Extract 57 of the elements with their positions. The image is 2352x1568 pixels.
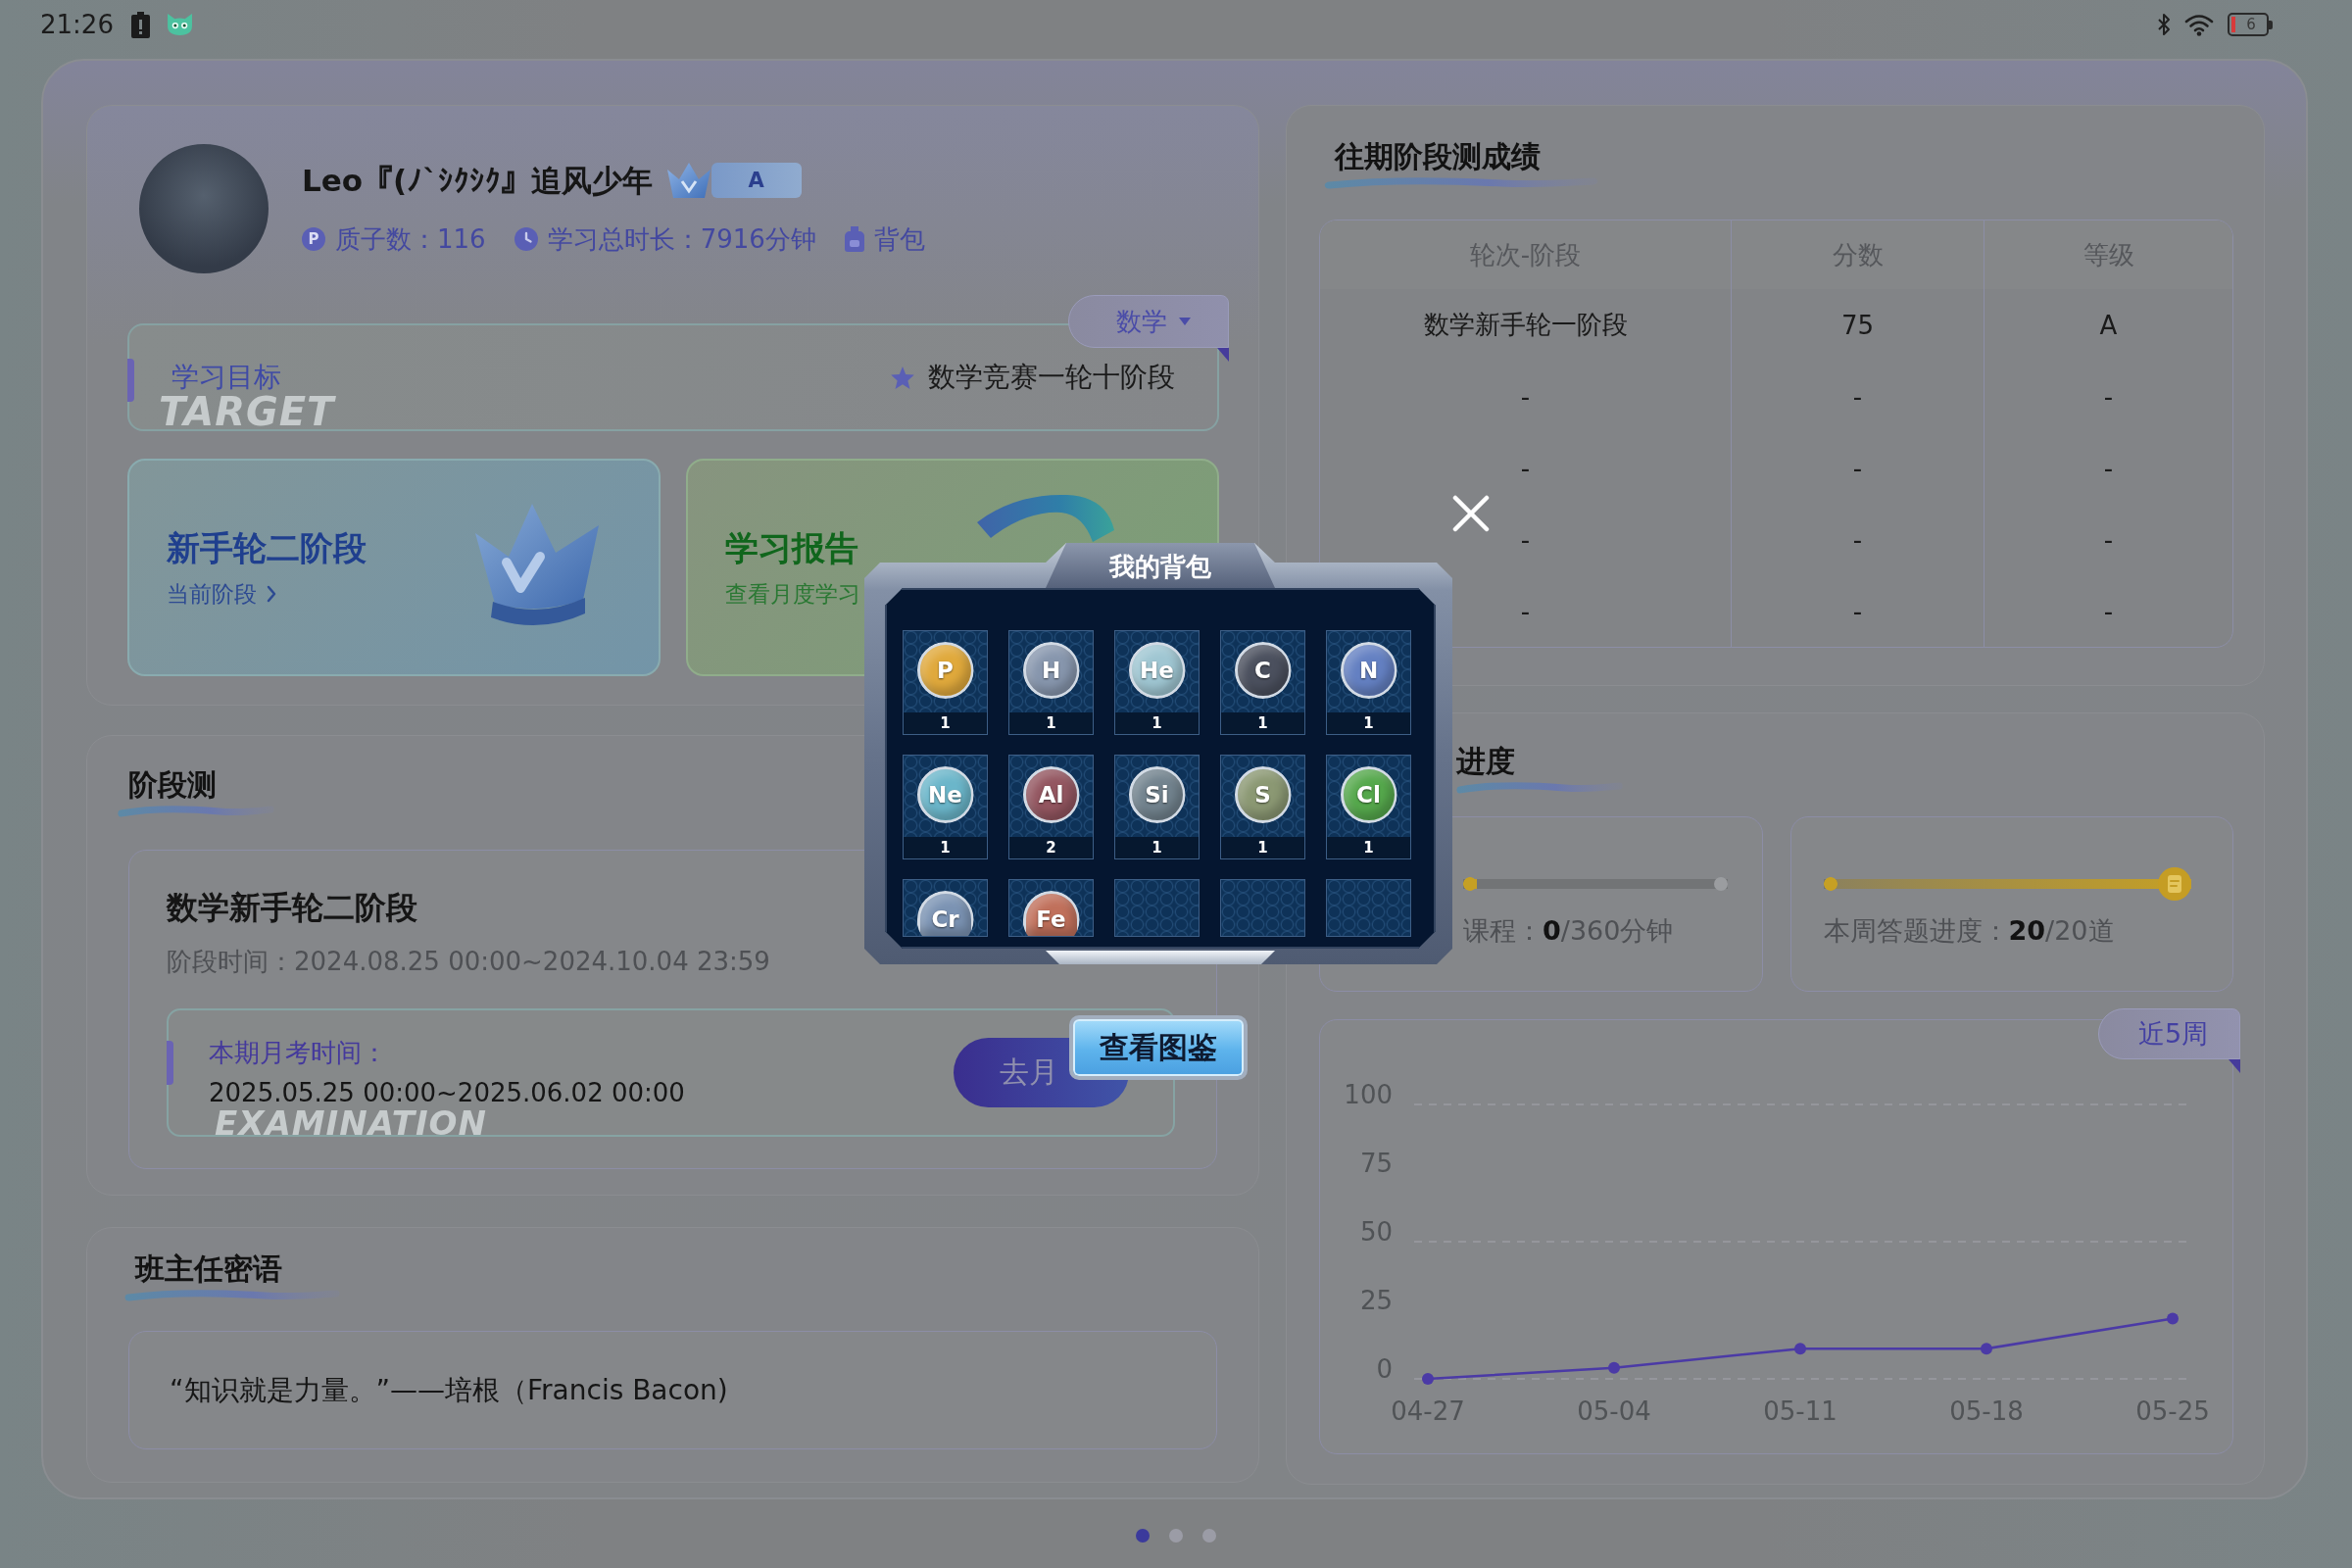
item-count: 1 — [1221, 712, 1304, 734]
element-token: Cl — [1340, 766, 1397, 823]
section-title: 进度 — [1456, 743, 1516, 780]
item-count: 1 — [1327, 712, 1410, 734]
item-count: 1 — [1115, 837, 1199, 858]
rank-badge: A — [710, 163, 802, 198]
element-token: C — [1234, 642, 1292, 699]
goal-value: 数学竞赛一轮十阶段 — [928, 361, 1175, 394]
table-cell: - — [1320, 361, 1732, 432]
table-cell-text: - — [2102, 452, 2115, 485]
card-title: 学习报告 — [725, 527, 859, 569]
dialog-title: 我的背包 — [1046, 543, 1275, 588]
goal-label: 学习目标 — [172, 361, 281, 394]
examination-watermark: EXAMINATION — [215, 1111, 487, 1135]
element-token: He — [1128, 642, 1186, 699]
quote-text: “知识就是力量。”——培根（Francis Bacon) — [170, 1372, 728, 1408]
status-time: 21:26 — [40, 9, 114, 40]
item-count: 1 — [1009, 712, 1093, 734]
stage-name: 数学新手轮二阶段 — [167, 888, 417, 927]
table-cell: - — [1320, 432, 1732, 504]
exam-label: 本期月考时间： — [209, 1037, 387, 1069]
table-cell-text: - — [2102, 380, 2115, 414]
table-cell: - — [1732, 432, 1984, 504]
element-token: S — [1234, 766, 1292, 823]
item-count: 1 — [904, 712, 987, 734]
element-token: Cr — [916, 891, 974, 936]
item-count: 1 — [904, 837, 987, 858]
item-count: 1 — [1327, 837, 1410, 858]
battery-indicator: 6 — [2228, 13, 2273, 36]
table-cell: - — [1732, 575, 1984, 647]
table-cell-text: - — [2102, 523, 2115, 557]
table-cell-text: A — [2098, 309, 2119, 342]
proton-coin: P — [302, 227, 325, 251]
element-token: N — [1340, 642, 1397, 699]
section-title: 往期阶段测成绩 — [1335, 138, 1541, 175]
item-count: 2 — [1009, 837, 1093, 858]
table-cell: 75 — [1732, 289, 1984, 361]
section-title: 阶段测 — [128, 766, 217, 804]
element-token: H — [1022, 642, 1080, 699]
element-token: Al — [1022, 766, 1080, 823]
table-cell-text: - — [2102, 595, 2115, 628]
item-count: 1 — [1221, 837, 1304, 858]
element-token: P — [916, 642, 974, 699]
stat-text: 质子数：116 — [335, 223, 486, 256]
card-title: 新手轮二阶段 — [167, 527, 367, 569]
table-cell: 数学新手轮一阶段 — [1320, 289, 1732, 361]
table-cell: - — [1732, 504, 1984, 575]
table-cell: - — [1732, 361, 1984, 432]
item-count: 1 — [1115, 712, 1199, 734]
element-token: Ne — [916, 766, 974, 823]
target-watermark: TARGET — [159, 396, 335, 427]
stat-text: 学习总时长：7916分钟 — [547, 223, 816, 256]
section-title: 班主任密语 — [135, 1250, 282, 1288]
element-token: Si — [1128, 766, 1186, 823]
element-token: Fe — [1022, 891, 1080, 936]
exam-time: 2025.05.25 00:00~2025.06.02 00:00 — [209, 1077, 685, 1109]
user-name: Leo『(ﾉ`ｼｸｼｸ』追风少年 — [302, 162, 653, 200]
